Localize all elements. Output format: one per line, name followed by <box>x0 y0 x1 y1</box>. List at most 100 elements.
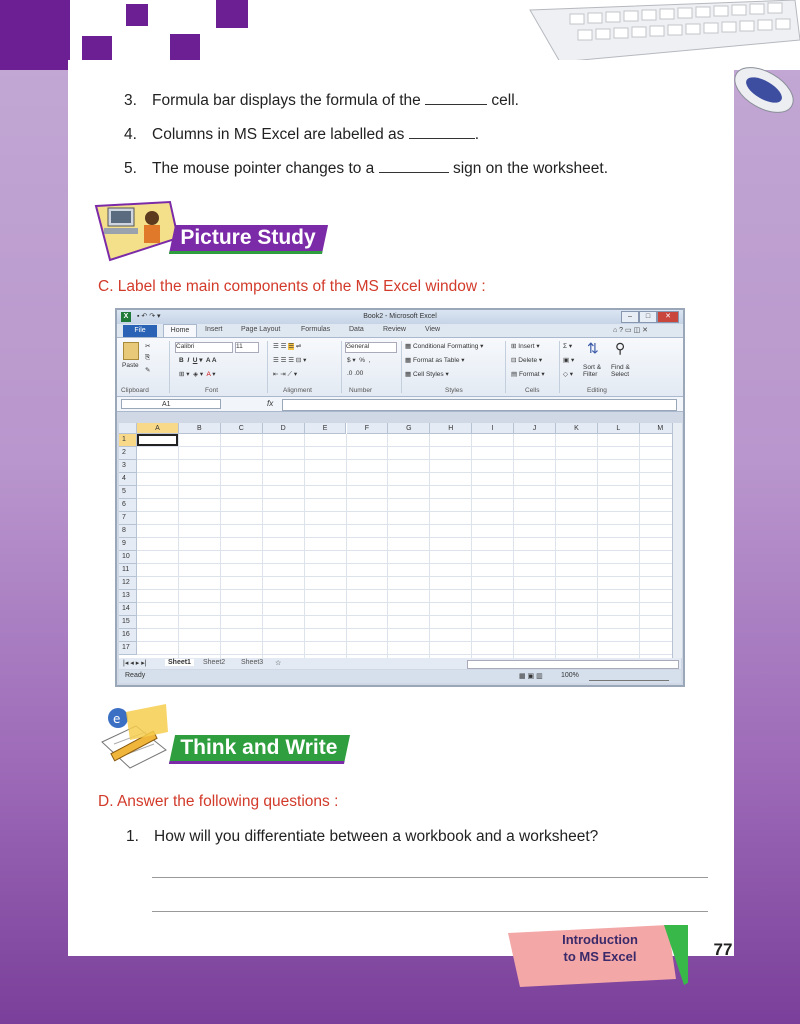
delete-cells-button[interactable]: ⊟ Delete ▾ <box>511 356 542 364</box>
answer-line[interactable] <box>152 877 708 878</box>
find-select-icon[interactable]: ⚲ <box>615 340 625 357</box>
sort-filter-label[interactable]: Sort & <box>583 364 601 371</box>
column-header[interactable]: B <box>178 423 221 434</box>
column-header[interactable]: D <box>262 423 305 434</box>
answer-blank[interactable] <box>425 90 488 105</box>
column-header[interactable]: H <box>430 423 473 434</box>
row-header[interactable]: 2 <box>119 447 137 460</box>
row-header[interactable]: 1 <box>119 434 137 447</box>
font-size-select[interactable]: 11 <box>235 342 259 353</box>
filter-label[interactable]: Filter <box>583 371 597 378</box>
insert-cells-button[interactable]: ⊞ Insert ▾ <box>511 342 540 350</box>
row-header[interactable]: 15 <box>119 616 137 629</box>
tab-file[interactable]: File <box>123 325 157 337</box>
cell-styles-button[interactable]: ▦ Cell Styles ▾ <box>405 370 449 378</box>
tab-home[interactable]: Home <box>163 324 197 337</box>
select-label[interactable]: Select <box>611 371 629 378</box>
copy-icon[interactable]: ⎘ <box>145 354 150 362</box>
format-cells-button[interactable]: ▤ Format ▾ <box>511 370 545 378</box>
answer-blank[interactable] <box>378 158 449 173</box>
worksheet-grid[interactable]: A B C D E F G H I J K L M 1 2 3 4 5 6 7 8 9 10 11 12 13 14 15 16 17 <box>119 423 672 658</box>
row-header[interactable]: 13 <box>119 590 137 603</box>
tab-data[interactable]: Data <box>349 326 364 333</box>
sheet-tab-3[interactable]: Sheet3 <box>241 659 263 666</box>
paste-icon[interactable] <box>123 342 139 360</box>
row-header[interactable]: 8 <box>119 525 137 538</box>
font-name-select[interactable]: Calibri <box>175 342 233 353</box>
row-header[interactable]: 5 <box>119 486 137 499</box>
answer-blank[interactable] <box>408 124 475 139</box>
view-buttons[interactable]: ▦ ▣ ▥ <box>519 672 543 680</box>
column-header[interactable]: J <box>514 423 556 434</box>
row-header[interactable]: 16 <box>119 629 137 642</box>
column-header[interactable]: K <box>556 423 598 434</box>
format-as-table-button[interactable]: ▦ Format as Table ▾ <box>405 356 465 364</box>
horizontal-scrollbar[interactable] <box>467 660 679 669</box>
answer-line[interactable] <box>152 911 708 912</box>
bold-button[interactable]: B I U ▾ A A <box>179 356 217 364</box>
autosum-icon[interactable]: Σ ▾ <box>563 342 572 350</box>
format-painter-icon[interactable]: ✎ <box>145 366 150 374</box>
row-header[interactable]: 14 <box>119 603 137 616</box>
group-styles-label: Styles <box>445 387 463 394</box>
sheet-nav-arrows[interactable]: |◂ ◂ ▸ ▸| <box>123 659 147 667</box>
column-header[interactable]: G <box>388 423 431 434</box>
find-select-label[interactable]: Find & <box>611 364 630 371</box>
formula-input[interactable] <box>282 399 677 411</box>
conditional-formatting-button[interactable]: ▦ Conditional Formatting ▾ <box>405 342 483 350</box>
align-top-buttons[interactable]: ☰ ☰ ☰ ⇌ <box>273 342 301 350</box>
sheet-tab-2[interactable]: Sheet2 <box>203 659 225 666</box>
maximize-button[interactable]: □ <box>639 311 657 323</box>
row-header[interactable]: 6 <box>119 499 137 512</box>
row-header[interactable]: 4 <box>119 473 137 486</box>
row-header[interactable]: 10 <box>119 551 137 564</box>
name-box[interactable]: A1 <box>121 399 221 409</box>
sort-filter-icon[interactable]: ⇅ <box>587 340 599 357</box>
cut-icon[interactable]: ✂ <box>145 342 150 350</box>
grid-line <box>261 434 263 658</box>
column-header[interactable]: M <box>639 423 672 434</box>
active-cell-a1[interactable] <box>137 434 178 446</box>
close-button[interactable]: ✕ <box>657 311 679 323</box>
tab-formulas[interactable]: Formulas <box>301 326 330 333</box>
row-header[interactable]: 11 <box>119 564 137 577</box>
group-divider <box>267 341 268 393</box>
decimal-icons[interactable]: .0 .00 <box>347 370 363 377</box>
fill-icon[interactable]: ▣ ▾ <box>563 356 574 364</box>
group-divider <box>169 341 170 393</box>
sheet-tab-1[interactable]: Sheet1 <box>165 659 194 666</box>
tab-view[interactable]: View <box>425 326 440 333</box>
align-buttons[interactable]: ☰ ☰ ☰ ⊟ ▾ <box>273 356 306 364</box>
column-header[interactable]: A <box>137 423 179 434</box>
paste-button[interactable]: Paste <box>122 362 139 369</box>
insert-function-button[interactable]: fx <box>267 399 273 408</box>
row-header[interactable]: 12 <box>119 577 137 590</box>
footer-line-2: to MS Excel <box>563 949 637 964</box>
clear-icon[interactable]: ◇ ▾ <box>563 370 573 378</box>
row-header[interactable]: 17 <box>119 642 137 655</box>
vertical-scrollbar[interactable] <box>672 423 682 658</box>
select-all-corner[interactable] <box>119 423 137 434</box>
row-header[interactable]: 9 <box>119 538 137 551</box>
tab-page-layout[interactable]: Page Layout <box>241 326 280 333</box>
borders-fill-font-color[interactable]: ⊞ ▾ ◈ ▾ A ▾ <box>179 370 216 378</box>
zoom-slider[interactable] <box>589 673 669 681</box>
column-header[interactable]: C <box>220 423 263 434</box>
number-format-select[interactable]: General <box>345 342 397 353</box>
help-icon[interactable]: ⌂ ? ▭ ◫ ✕ <box>613 326 648 334</box>
new-sheet-icon[interactable]: ☆ <box>275 659 281 667</box>
currency-percent-icons[interactable]: $ ▾ % , <box>347 356 371 364</box>
column-header[interactable]: L <box>597 423 640 434</box>
question-4: 4. Columns in MS Excel are labelled as . <box>124 124 479 144</box>
column-header[interactable]: F <box>346 423 389 434</box>
column-header[interactable]: I <box>472 423 515 434</box>
minimize-button[interactable]: – <box>621 311 639 323</box>
indent-buttons[interactable]: ⇤ ⇥ ⟋ ▾ <box>273 370 297 379</box>
row-header[interactable]: 7 <box>119 512 137 525</box>
tab-insert[interactable]: Insert <box>205 326 223 333</box>
group-editing-label: Editing <box>587 387 607 394</box>
grid-line <box>177 434 179 658</box>
tab-review[interactable]: Review <box>383 326 406 333</box>
row-header[interactable]: 3 <box>119 460 137 473</box>
column-header[interactable]: E <box>304 423 347 434</box>
